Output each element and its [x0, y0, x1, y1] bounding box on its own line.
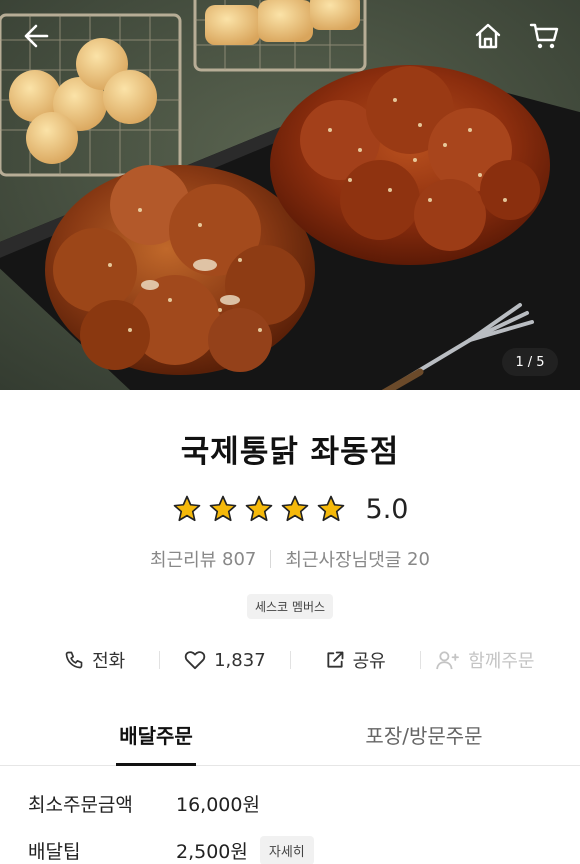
- rating-row[interactable]: 5.0: [0, 489, 580, 529]
- delivery-tip-label: 배달팁: [28, 841, 81, 863]
- action-bar: 전화 1,837 공유 함께주문: [30, 642, 550, 678]
- cesco-badge: 세스코 멤버스: [246, 594, 334, 619]
- owner-reply-label: 최근사장님댓글: [285, 550, 402, 571]
- recent-review-label: 최근리뷰: [150, 550, 217, 571]
- review-summary: 최근리뷰 807 최근사장님댓글 20: [0, 546, 580, 572]
- recent-review-count: 807: [222, 548, 257, 570]
- rating-stars: [172, 494, 346, 524]
- heart-icon: [184, 651, 206, 670]
- call-button[interactable]: 전화: [30, 647, 159, 673]
- like-button[interactable]: 1,837: [160, 650, 289, 671]
- star-icon: [209, 495, 236, 522]
- min-order-row: 최소주문금액 16,000원: [28, 790, 260, 817]
- divider: [270, 550, 272, 568]
- pager-separator: /: [527, 354, 533, 370]
- call-label: 전화: [92, 651, 126, 672]
- pager-total: 5: [536, 354, 545, 370]
- delivery-tip-detail-button[interactable]: 자세히: [259, 836, 314, 864]
- rating-value: 5.0: [365, 493, 409, 525]
- min-order-label: 최소주문금액: [28, 794, 133, 816]
- group-order-label: 함께주문: [468, 651, 535, 672]
- share-label: 공유: [352, 651, 386, 672]
- star-icon: [317, 495, 344, 522]
- home-icon: [475, 23, 501, 49]
- share-button[interactable]: 공유: [291, 647, 420, 673]
- group-order-button[interactable]: 함께주문: [421, 647, 550, 673]
- cart-icon: [529, 23, 559, 49]
- food-photo: [0, 0, 580, 390]
- tab-pickup[interactable]: 포장/방문주문: [354, 706, 494, 766]
- order-type-tabs: 배달주문 포장/방문주문: [0, 706, 580, 766]
- pager-current: 1: [515, 354, 524, 370]
- phone-icon: [65, 651, 83, 669]
- add-user-icon: [436, 651, 460, 670]
- back-button[interactable]: [14, 14, 58, 58]
- min-order-value: 16,000원: [176, 794, 260, 816]
- hero-image[interactable]: 1 / 5: [0, 0, 580, 390]
- delivery-tip-row: 배달팁 2,500원 자세히: [28, 836, 314, 864]
- like-count: 1,837: [214, 649, 266, 671]
- delivery-tip-value: 2,500원: [176, 841, 248, 863]
- home-button[interactable]: [466, 14, 510, 58]
- star-icon: [281, 495, 308, 522]
- share-icon: [326, 651, 343, 668]
- tab-delivery[interactable]: 배달주문: [116, 706, 196, 766]
- cart-button[interactable]: [522, 14, 566, 58]
- star-icon: [245, 495, 272, 522]
- arrow-left-icon: [24, 24, 49, 48]
- image-pager: 1 / 5: [502, 348, 558, 376]
- owner-reply-count: 20: [407, 548, 430, 570]
- star-icon: [173, 495, 200, 522]
- store-name: 국제통닭 좌동점: [180, 434, 400, 470]
